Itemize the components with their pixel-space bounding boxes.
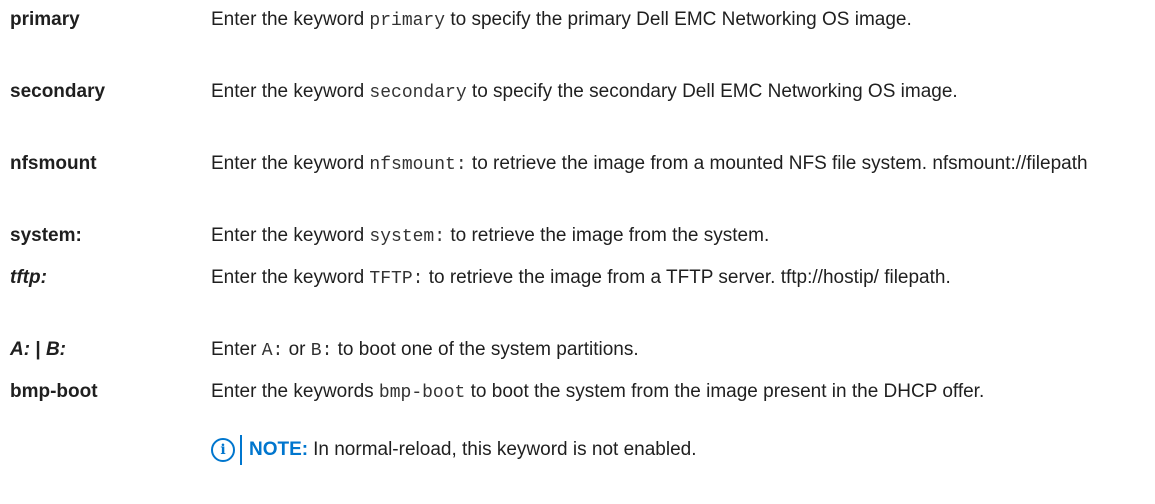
term-separator: | [30, 339, 46, 360]
desc-keyword-code: system: [369, 227, 446, 247]
note-label: NOTE: [249, 439, 309, 460]
desc-text: to specify the primary Dell EMC Networki… [445, 9, 912, 30]
desc-keyword-code: TFTP: [369, 269, 424, 289]
desc-keyword-code: A: [261, 341, 284, 361]
desc-text: to boot the system from the image presen… [465, 381, 985, 402]
desc-text: Enter the keyword [211, 153, 370, 174]
param-description: Enter the keyword secondary to specify t… [211, 78, 1111, 107]
desc-text: to retrieve the image from a TFTP server… [423, 267, 951, 288]
term-partition-b: B: [45, 339, 66, 360]
param-term: nfsmount [10, 153, 97, 174]
desc-keyword-code: bmp-boot [378, 383, 466, 403]
param-description: Enter A: or B: to boot one of the system… [211, 336, 1111, 365]
desc-text: or [283, 339, 311, 360]
note-text: In normal-reload, this keyword is not en… [313, 439, 697, 460]
desc-text: Enter the keywords [211, 381, 379, 402]
desc-text: Enter [211, 339, 262, 360]
desc-text: Enter the keyword [211, 9, 370, 30]
desc-keyword-code: B: [310, 341, 333, 361]
param-description: Enter the keyword system: to retrieve th… [211, 222, 1111, 251]
param-term: system: [10, 225, 82, 246]
param-term: primary [10, 9, 80, 30]
term-partition-a: A: [10, 339, 31, 360]
desc-text: to specify the secondary Dell EMC Networ… [466, 81, 958, 102]
desc-text: to retrieve the image from a mounted NFS… [466, 153, 1088, 174]
param-description: Enter the keyword TFTP: to retrieve the … [211, 264, 1111, 293]
note-divider [240, 435, 242, 465]
desc-keyword-code: nfsmount: [369, 155, 467, 175]
desc-keyword-code: secondary [369, 83, 467, 103]
desc-text: Enter the keyword [211, 225, 370, 246]
desc-text: Enter the keyword [211, 267, 370, 288]
param-description: Enter the keyword primary to specify the… [211, 6, 1111, 35]
param-term: A: | B: [10, 336, 66, 364]
note-callout: i NOTE: In normal-reload, this keyword i… [211, 435, 696, 465]
desc-keyword-code: primary [369, 11, 446, 31]
param-term: secondary [10, 81, 106, 102]
desc-text: Enter the keyword [211, 81, 370, 102]
param-description: Enter the keywords bmp-boot to boot the … [211, 378, 1111, 407]
param-term: bmp-boot [10, 381, 98, 402]
param-description: Enter the keyword nfsmount: to retrieve … [211, 150, 1111, 179]
param-term: tftp: [10, 267, 47, 288]
desc-text: to boot one of the system partitions. [332, 339, 639, 360]
desc-text: to retrieve the image from the system. [445, 225, 770, 246]
info-circle-icon: i [211, 438, 235, 462]
